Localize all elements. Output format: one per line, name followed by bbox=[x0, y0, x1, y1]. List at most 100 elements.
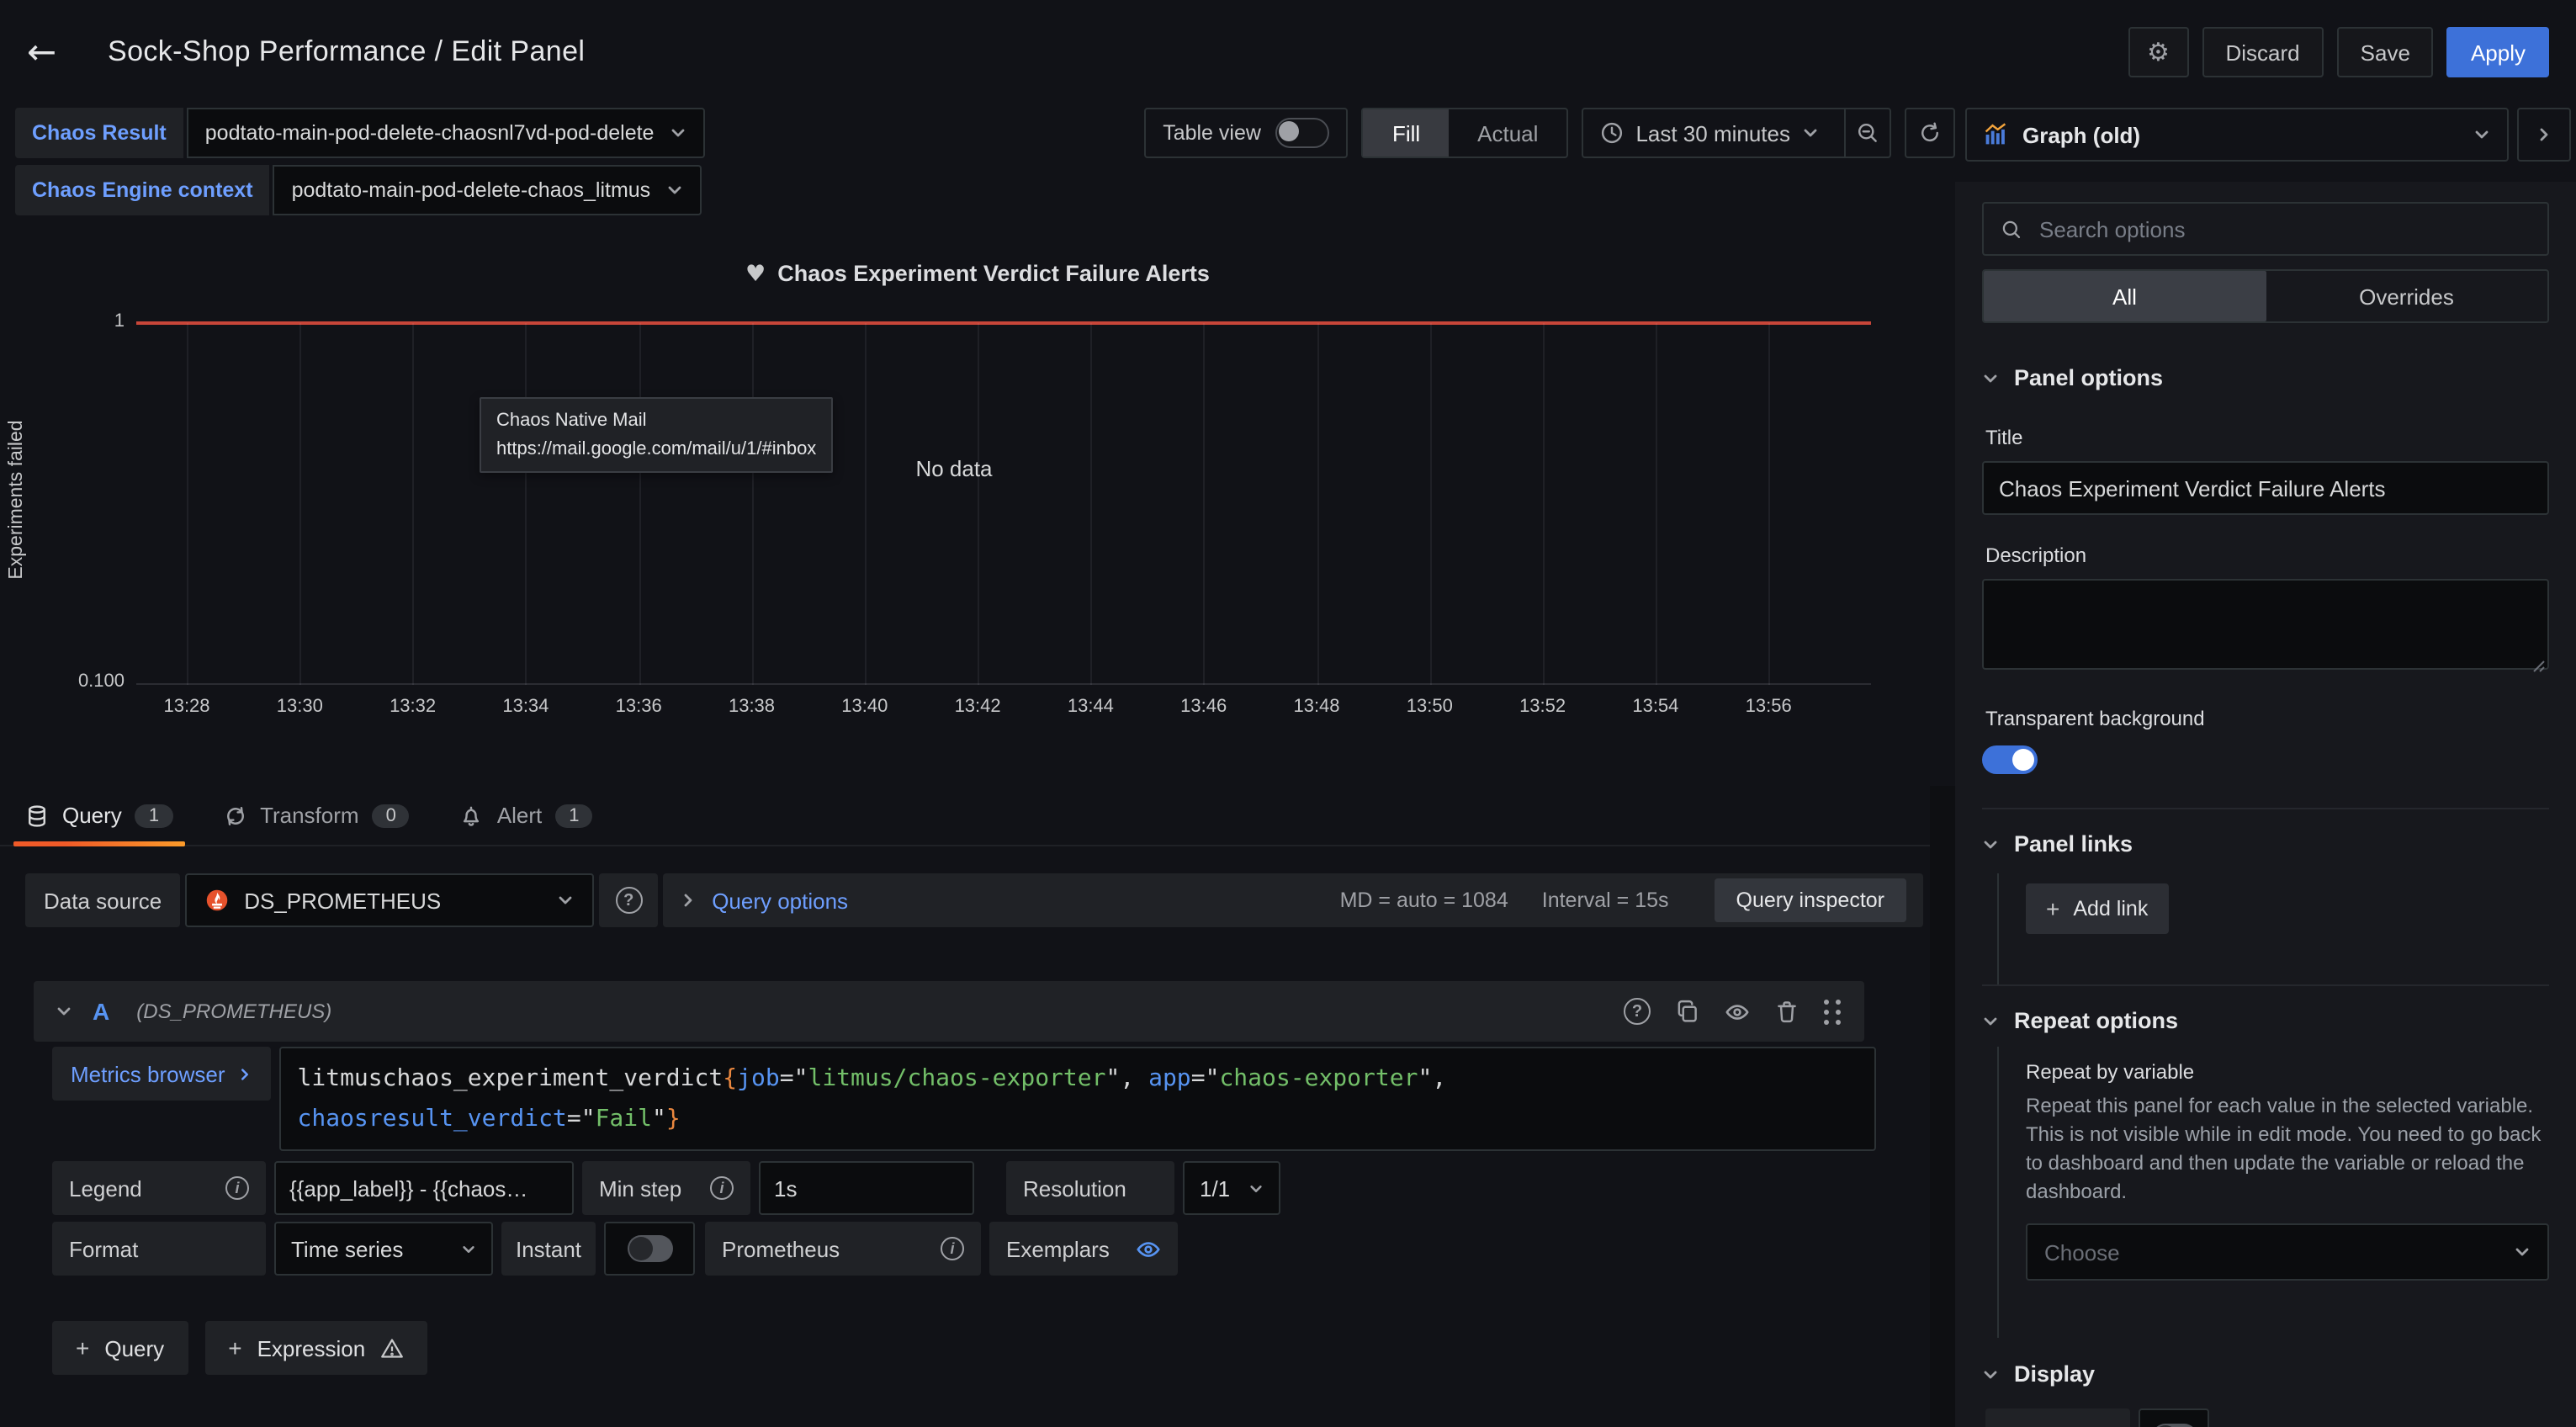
variable-value-dropdown[interactable]: podtato-main-pod-delete-chaosnl7vd-pod-d… bbox=[187, 108, 705, 158]
chart-plot[interactable]: 13:2813:3013:3213:3413:3613:3813:4013:42… bbox=[136, 323, 1871, 685]
transparent-background-toggle[interactable] bbox=[1982, 745, 2038, 774]
visualization-picker[interactable]: Graph (old) bbox=[1965, 108, 2509, 162]
min-step-field: Min step i bbox=[582, 1161, 750, 1215]
bell-icon bbox=[460, 804, 484, 827]
section-heading: Repeat options bbox=[2014, 1008, 2178, 1033]
prometheus-type-label: Prometheus bbox=[722, 1236, 840, 1261]
x-axis-line bbox=[136, 683, 1871, 685]
query-options-link[interactable]: Query options bbox=[712, 888, 848, 913]
add-expression-button[interactable]: + Expression bbox=[204, 1321, 427, 1375]
tab-alert[interactable]: Alert 1 bbox=[460, 785, 593, 846]
x-tick-label: 13:40 bbox=[841, 697, 888, 717]
metrics-browser-button[interactable]: Metrics browser bbox=[52, 1047, 271, 1101]
apply-button[interactable]: Apply bbox=[2447, 27, 2549, 77]
exemplars-field[interactable]: Exemplars bbox=[989, 1222, 1178, 1276]
zoom-out-button[interactable] bbox=[1844, 109, 1890, 156]
format-value: Time series bbox=[291, 1236, 403, 1261]
graph-viz-icon bbox=[1984, 123, 2007, 146]
tab-label: Transform bbox=[260, 803, 359, 828]
options-pane: All Overrides Panel options Title Descri… bbox=[1955, 182, 2576, 1427]
query-inspector-button[interactable]: Query inspector bbox=[1715, 878, 1906, 922]
display-section[interactable]: Display bbox=[1982, 1361, 2549, 1387]
datasource-picker[interactable]: DS_PROMETHEUS bbox=[185, 873, 594, 927]
search-options-box[interactable] bbox=[1982, 202, 2549, 256]
page-title: Sock-Shop Performance / Edit Panel bbox=[108, 35, 585, 69]
fill-actual-segmented: Fill Actual bbox=[1362, 108, 1569, 158]
gridline bbox=[1317, 323, 1318, 685]
gear-icon: ⚙ bbox=[2147, 37, 2170, 67]
panel-settings-button[interactable]: ⚙ bbox=[2128, 27, 2189, 77]
actual-option[interactable]: Actual bbox=[1449, 109, 1566, 156]
back-arrow-icon[interactable]: ← bbox=[27, 32, 77, 72]
table-view-toggle[interactable]: Table view bbox=[1144, 108, 1349, 158]
plus-icon: + bbox=[2046, 895, 2059, 922]
add-query-button[interactable]: + Query bbox=[52, 1321, 188, 1375]
gridline bbox=[639, 323, 640, 685]
section-heading: Panel links bbox=[2014, 831, 2133, 857]
format-select[interactable]: Time series bbox=[274, 1222, 493, 1276]
repeat-variable-select[interactable]: Choose bbox=[2026, 1223, 2549, 1281]
query-help-icon[interactable]: ? bbox=[1624, 998, 1651, 1025]
discard-button[interactable]: Discard bbox=[2202, 27, 2324, 77]
panel-title-input[interactable] bbox=[1982, 461, 2549, 515]
resolution-select[interactable]: 1/1 bbox=[1183, 1161, 1280, 1215]
chevron-down-icon bbox=[669, 125, 686, 141]
variable-value-dropdown[interactable]: podtato-main-pod-delete-chaos_litmus bbox=[273, 165, 702, 215]
save-button[interactable]: Save bbox=[2337, 27, 2434, 77]
y-tick-label: 1 bbox=[0, 311, 125, 332]
resize-handle-icon[interactable] bbox=[2532, 660, 2546, 673]
instant-toggle[interactable] bbox=[604, 1222, 695, 1276]
panel-view-toolbar: Table view Fill Actual Last 30 minutes bbox=[1144, 108, 1955, 158]
panel-options-section[interactable]: Panel options bbox=[1982, 365, 2549, 390]
datasource-label: Data source bbox=[25, 873, 180, 927]
bars-toggle[interactable] bbox=[2139, 1408, 2209, 1427]
grafana-edit-panel: ← Sock-Shop Performance / Edit Panel ⚙ D… bbox=[0, 0, 2576, 1427]
panel-links-section[interactable]: Panel links bbox=[1982, 831, 2549, 857]
info-icon: i bbox=[225, 1176, 249, 1200]
tab-label: Query bbox=[62, 803, 122, 828]
add-link-button[interactable]: + Add link bbox=[2026, 883, 2168, 934]
eye-icon[interactable] bbox=[1725, 999, 1750, 1024]
repeat-options-section[interactable]: Repeat options bbox=[1982, 1008, 2549, 1033]
description-label: Description bbox=[1985, 544, 2549, 567]
transform-icon bbox=[223, 804, 246, 827]
x-tick-label: 13:36 bbox=[616, 697, 662, 717]
trash-icon[interactable] bbox=[1775, 1000, 1799, 1023]
gridline bbox=[299, 323, 301, 685]
tab-transform[interactable]: Transform 0 bbox=[223, 785, 410, 846]
refresh-button[interactable] bbox=[1905, 108, 1955, 158]
query-code[interactable]: litmuschaos_experiment_verdict{job="litm… bbox=[279, 1047, 1877, 1151]
visualization-name: Graph (old) bbox=[2022, 122, 2140, 147]
x-tick-label: 13:54 bbox=[1632, 697, 1678, 717]
x-tick-label: 13:38 bbox=[729, 697, 775, 717]
table-view-switch[interactable] bbox=[1276, 118, 1330, 148]
collapse-pane-button[interactable] bbox=[2517, 108, 2571, 162]
query-row-header[interactable]: A (DS_PROMETHEUS) ? bbox=[34, 981, 1864, 1042]
fill-option[interactable]: Fill bbox=[1364, 109, 1449, 156]
min-step-input[interactable] bbox=[759, 1161, 974, 1215]
x-tick-label: 13:42 bbox=[955, 697, 1001, 717]
repeat-variable-placeholder: Choose bbox=[2044, 1239, 2120, 1265]
alert-threshold-line bbox=[136, 321, 1871, 325]
tab-overrides[interactable]: Overrides bbox=[2266, 271, 2547, 321]
x-tick-label: 13:44 bbox=[1068, 697, 1114, 717]
tab-all[interactable]: All bbox=[1984, 271, 2266, 321]
query-options-bar: Query options MD = auto = 1084 Interval … bbox=[663, 873, 1923, 927]
add-expression-label: Expression bbox=[257, 1335, 366, 1361]
tab-query[interactable]: Query 1 bbox=[25, 785, 172, 846]
gridline bbox=[1090, 323, 1092, 685]
datasource-help-button[interactable]: ? bbox=[599, 873, 658, 927]
chevron-right-icon bbox=[680, 892, 697, 909]
x-tick-label: 13:30 bbox=[277, 697, 323, 717]
time-range-picker[interactable]: Last 30 minutes bbox=[1582, 108, 1891, 158]
gridline bbox=[1656, 323, 1657, 685]
panel-description-textarea[interactable] bbox=[1982, 579, 2549, 670]
drag-handle-icon[interactable] bbox=[1824, 999, 1842, 1024]
x-tick-label: 13:48 bbox=[1293, 697, 1339, 717]
resolution-label: Resolution bbox=[1006, 1161, 1174, 1215]
variable-value: podtato-main-pod-delete-chaosnl7vd-pod-d… bbox=[205, 121, 655, 145]
search-options-input[interactable] bbox=[2036, 215, 2531, 243]
legend-input[interactable] bbox=[274, 1161, 574, 1215]
legend-label: Legend bbox=[69, 1175, 142, 1201]
duplicate-icon[interactable] bbox=[1676, 1000, 1699, 1023]
